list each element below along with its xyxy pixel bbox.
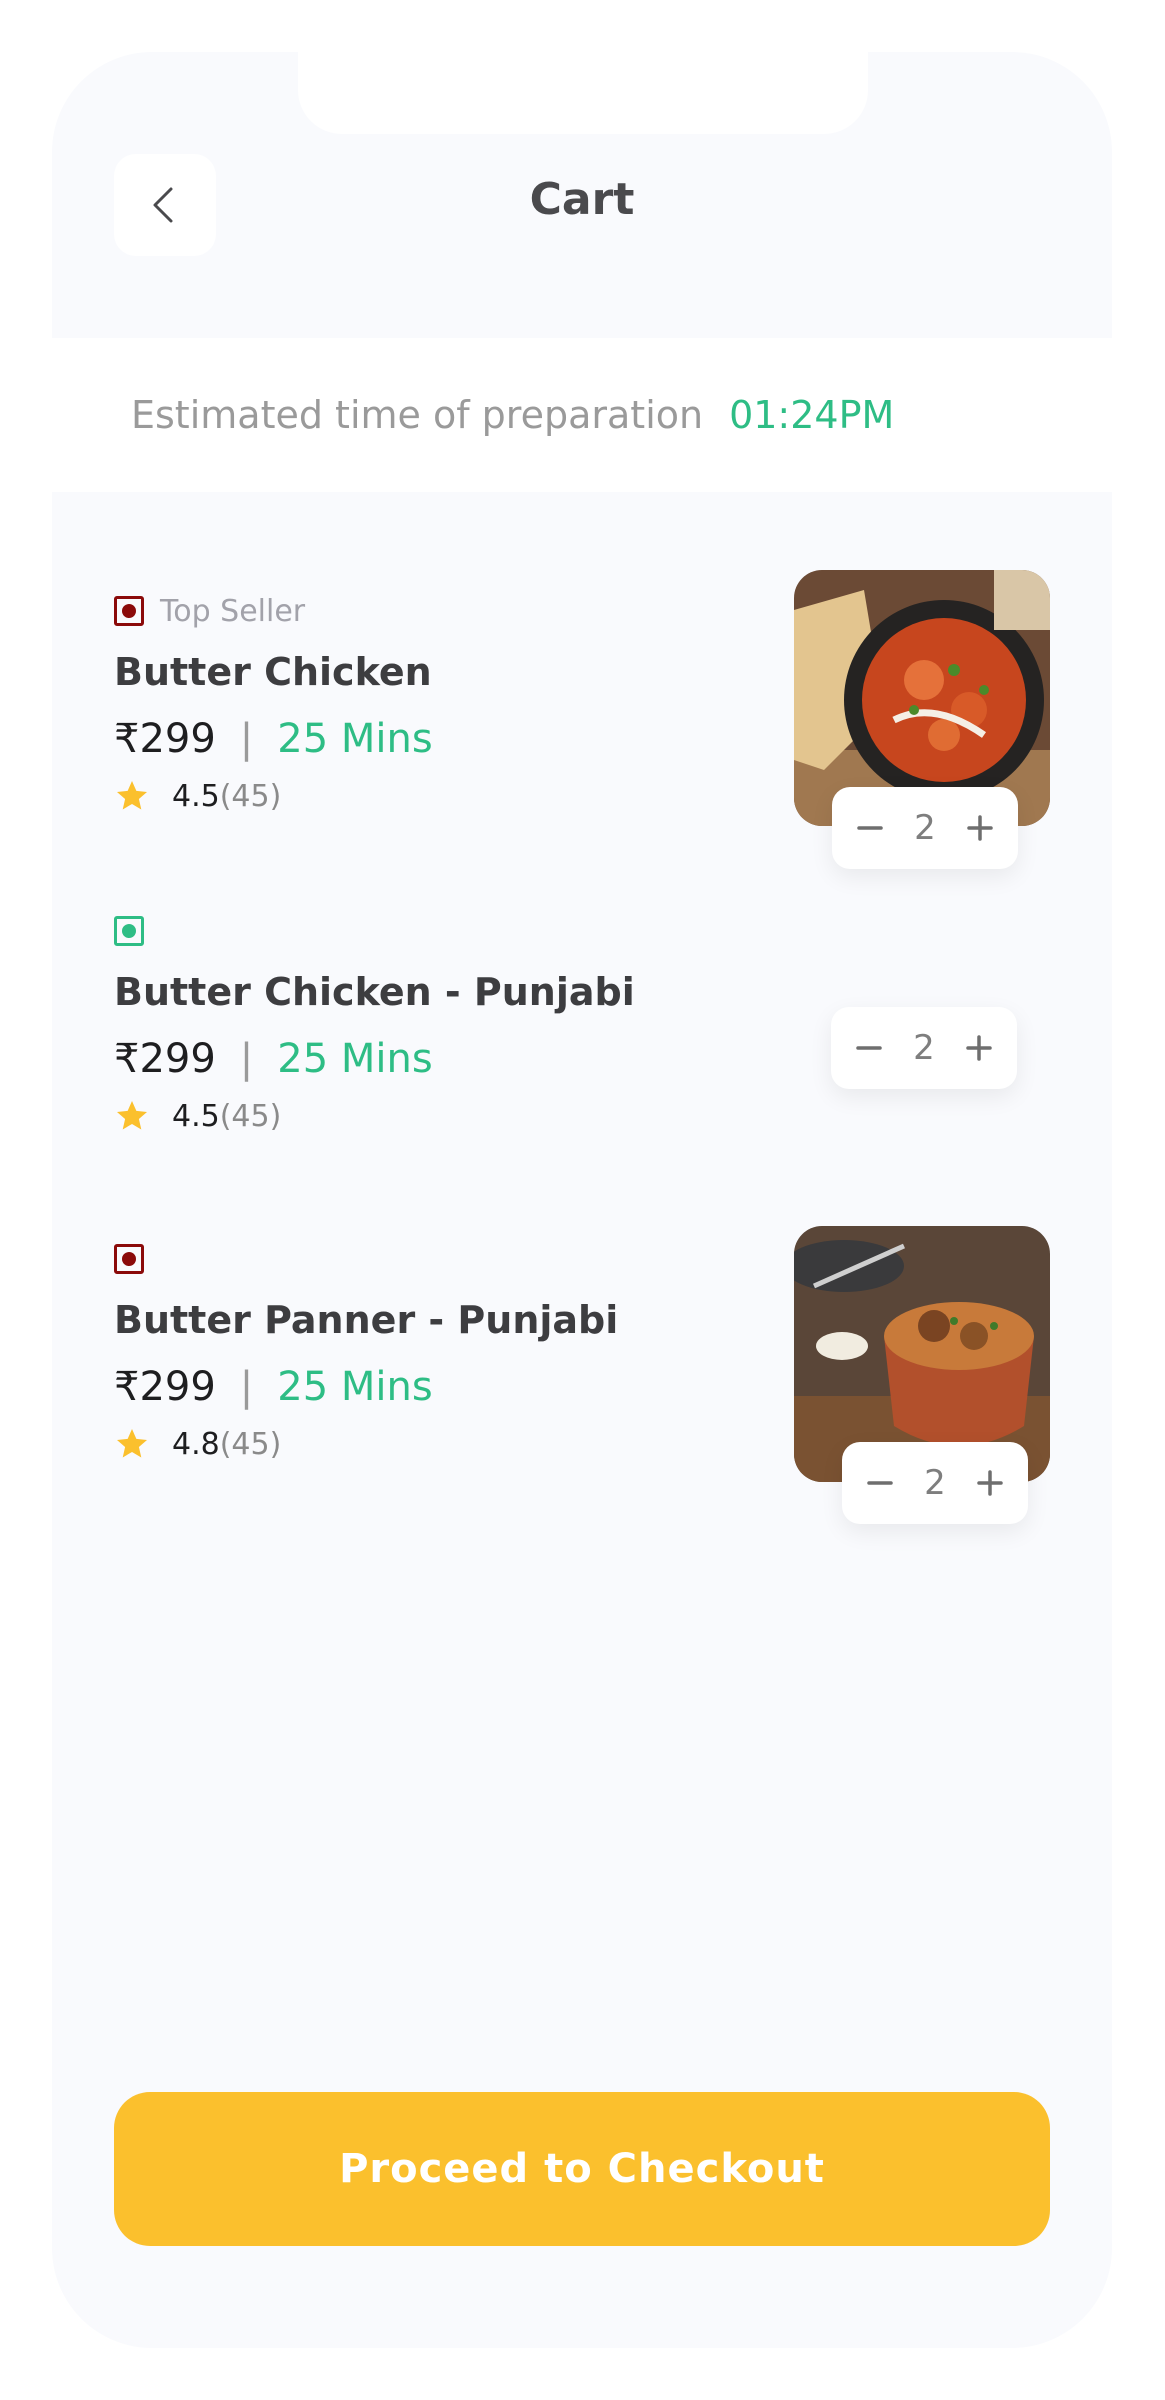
separator: | (239, 1364, 254, 1410)
item-name: Butter Chicken (114, 650, 432, 694)
rating-count: (45) (219, 778, 282, 814)
nonveg-indicator-icon (114, 596, 144, 626)
item-name: Butter Chicken - Punjabi (114, 970, 635, 1014)
item-price: ₹299 (114, 716, 216, 762)
separator: | (239, 1036, 254, 1082)
minus-icon (867, 1481, 893, 1485)
plus-icon (967, 815, 993, 841)
decrease-button[interactable] (860, 1463, 900, 1503)
increase-button[interactable] (970, 1463, 1010, 1503)
prep-time: 25 Mins (277, 1036, 433, 1082)
quantity-stepper[interactable]: 2 (842, 1442, 1028, 1524)
cart-item: Butter Panner - Punjabi ₹299 | 25 Mins 4… (114, 1242, 674, 1462)
star-icon (117, 1101, 147, 1130)
rating-value: 4.5 (172, 778, 220, 814)
cart-item: Butter Chicken - Punjabi ₹299 | 25 Mins … (114, 914, 674, 1134)
item-price: ₹299 (114, 1364, 216, 1410)
estimated-time-label: Estimated time of preparation (131, 393, 704, 437)
phone-screen: Cart Estimated time of preparation 01:24… (52, 52, 1112, 2348)
plus-icon (977, 1470, 1003, 1496)
proceed-to-checkout-button[interactable]: Proceed to Checkout (114, 2092, 1050, 2246)
estimated-time-value: 01:24PM (729, 393, 895, 437)
page-title: Cart (529, 174, 635, 225)
star-icon (117, 781, 147, 810)
rating-count: (45) (219, 1098, 282, 1134)
increase-button[interactable] (959, 1028, 999, 1068)
rating-count: (45) (219, 1426, 282, 1462)
top-seller-badge: Top Seller (160, 593, 306, 629)
plus-icon (966, 1035, 992, 1061)
prep-time: 25 Mins (277, 1364, 433, 1410)
quantity-value: 2 (914, 808, 936, 848)
prep-time: 25 Mins (277, 716, 433, 762)
increase-button[interactable] (960, 808, 1000, 848)
quantity-value: 2 (913, 1028, 935, 1068)
quantity-value: 2 (924, 1463, 946, 1503)
rating-value: 4.8 (172, 1426, 220, 1462)
nonveg-indicator-icon (114, 1244, 144, 1274)
item-name: Butter Panner - Punjabi (114, 1298, 619, 1342)
item-price: ₹299 (114, 1036, 216, 1082)
separator: | (239, 716, 254, 762)
minus-icon (856, 1046, 882, 1050)
quantity-stepper[interactable]: 2 (831, 1007, 1017, 1089)
estimated-time-bar: Estimated time of preparation 01:24PM (52, 338, 1112, 492)
veg-indicator-icon (114, 916, 144, 946)
device-notch (298, 52, 868, 134)
cart-item: Top Seller Butter Chicken ₹299 | 25 Mins… (114, 594, 674, 814)
quantity-stepper[interactable]: 2 (832, 787, 1018, 869)
star-icon (117, 1429, 147, 1458)
minus-icon (857, 826, 883, 830)
decrease-button[interactable] (850, 808, 890, 848)
decrease-button[interactable] (849, 1028, 889, 1068)
rating-value: 4.5 (172, 1098, 220, 1134)
